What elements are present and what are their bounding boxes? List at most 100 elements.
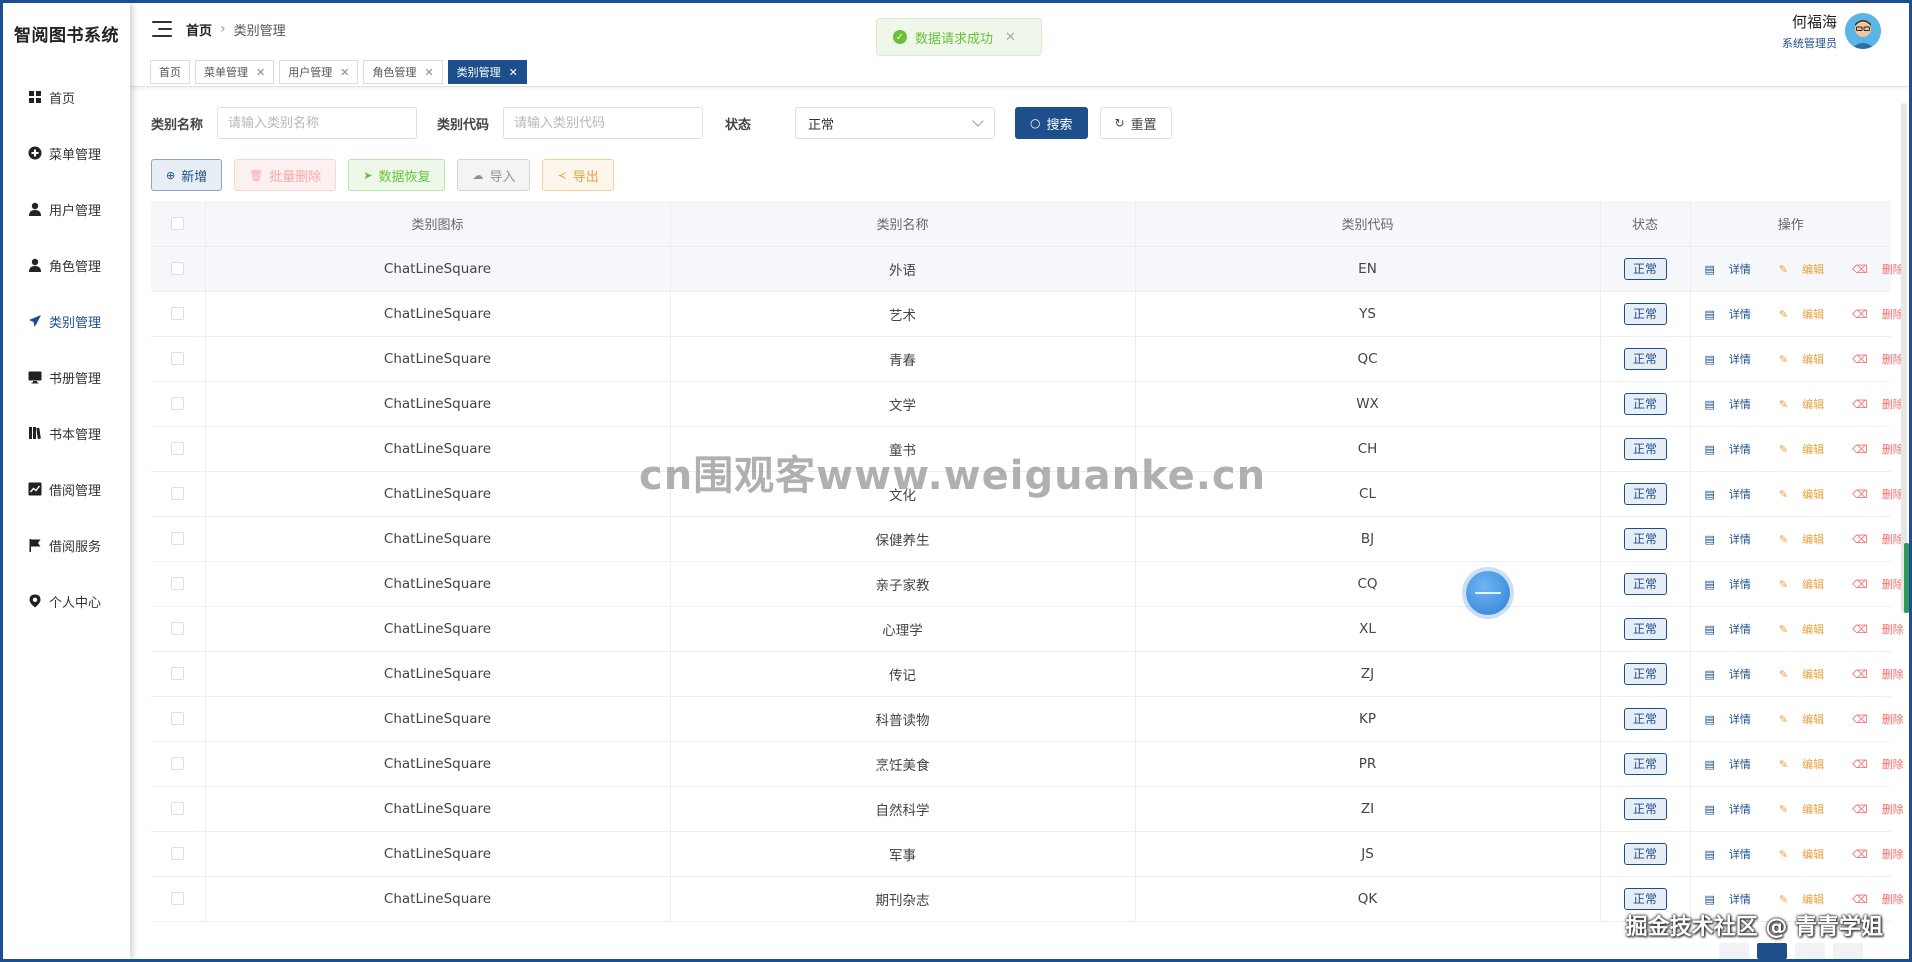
status-select[interactable]: 正常 — [795, 107, 996, 139]
row-checkbox[interactable] — [171, 352, 185, 365]
detail-button[interactable]: ▤ 详情 — [1698, 488, 1758, 501]
row-checkbox[interactable] — [171, 712, 185, 725]
pagination-prev[interactable] — [1719, 943, 1749, 959]
detail-label: 详情 — [1728, 712, 1751, 726]
edit-button[interactable]: ✎ 编辑 — [1772, 533, 1831, 546]
sidebar-item-2[interactable]: 用户管理 — [3, 181, 130, 237]
detail-button[interactable]: ▤ 详情 — [1698, 668, 1758, 681]
tab-2[interactable]: 用户管理 ✕ — [279, 60, 359, 84]
detail-button[interactable]: ▤ 详情 — [1698, 893, 1758, 906]
row-checkbox[interactable] — [171, 667, 185, 680]
row-checkbox[interactable] — [171, 307, 185, 320]
close-icon[interactable]: ✕ — [340, 66, 349, 79]
row-checkbox[interactable] — [171, 622, 185, 635]
sidebar-item-label: 书册管理 — [49, 371, 102, 387]
cell-code: BJ — [1135, 516, 1601, 562]
detail-button[interactable]: ▤ 详情 — [1698, 713, 1758, 726]
tab-1[interactable]: 菜单管理 ✕ — [195, 60, 275, 84]
category-name-input[interactable] — [217, 107, 418, 139]
row-checkbox[interactable] — [171, 757, 185, 770]
delete-button[interactable]: ⌫ 删除 — [1845, 623, 1909, 636]
edit-button[interactable]: ✎ 编辑 — [1772, 668, 1831, 681]
floating-assistant-button[interactable] — [1466, 571, 1510, 615]
edit-button[interactable]: ✎ 编辑 — [1772, 623, 1831, 636]
edit-button[interactable]: ✎ 编辑 — [1772, 488, 1831, 501]
export-button[interactable]: ≺ 导出 — [542, 159, 614, 191]
row-checkbox[interactable] — [171, 802, 185, 815]
sidebar-item-3[interactable]: 角色管理 — [3, 237, 130, 293]
import-button[interactable]: ☁ 导入 — [457, 159, 531, 191]
search-button[interactable]: ○ 搜索 — [1015, 107, 1088, 139]
close-icon[interactable]: ✕ — [1005, 30, 1016, 45]
detail-button[interactable]: ▤ 详情 — [1698, 803, 1758, 816]
detail-label: 详情 — [1728, 352, 1751, 366]
select-all-checkbox[interactable] — [171, 216, 185, 230]
delete-button[interactable]: ⌫ 删除 — [1845, 803, 1909, 816]
edit-button[interactable]: ✎ 编辑 — [1772, 353, 1831, 366]
edit-button[interactable]: ✎ 编辑 — [1772, 443, 1831, 456]
edit-button[interactable]: ✎ 编辑 — [1772, 398, 1831, 411]
detail-button[interactable]: ▤ 详情 — [1698, 263, 1758, 276]
menu-toggle-icon[interactable] — [152, 21, 172, 37]
close-icon[interactable]: ✕ — [509, 66, 518, 79]
edit-button[interactable]: ✎ 编辑 — [1772, 578, 1831, 591]
reset-button[interactable]: ↻ 重置 — [1099, 107, 1172, 139]
edit-button[interactable]: ✎ 编辑 — [1772, 263, 1831, 276]
delete-button[interactable]: ⌫ 删除 — [1845, 713, 1909, 726]
tab-0[interactable]: 首页 — [150, 60, 190, 84]
edit-button[interactable]: ✎ 编辑 — [1772, 803, 1831, 816]
delete-button[interactable]: ⌫ 删除 — [1845, 758, 1909, 771]
add-button[interactable]: ⊕ 新增 — [151, 159, 223, 191]
detail-button[interactable]: ▤ 详情 — [1698, 308, 1758, 321]
detail-button[interactable]: ▤ 详情 — [1698, 758, 1758, 771]
sidebar-item-1[interactable]: 菜单管理 — [3, 125, 130, 181]
edit-button[interactable]: ✎ 编辑 — [1772, 713, 1831, 726]
detail-button[interactable]: ▤ 详情 — [1698, 578, 1758, 591]
grid-icon — [27, 89, 43, 105]
sidebar-item-6[interactable]: 书本管理 — [3, 405, 130, 461]
pagination-next[interactable] — [1833, 943, 1863, 959]
close-icon[interactable]: ✕ — [256, 66, 265, 79]
delete-button[interactable]: ⌫ 删除 — [1845, 668, 1909, 681]
pagination-page-current[interactable] — [1757, 943, 1787, 959]
edit-button[interactable]: ✎ 编辑 — [1772, 848, 1831, 861]
sidebar-item-8[interactable]: 借阅服务 — [3, 517, 130, 573]
delete-button[interactable]: ⌫ 删除 — [1845, 848, 1909, 861]
detail-button[interactable]: ▤ 详情 — [1698, 623, 1758, 636]
side-edge-handle[interactable] — [1904, 543, 1909, 613]
avatar[interactable] — [1845, 13, 1881, 49]
category-code-input[interactable] — [503, 107, 704, 139]
user-profile[interactable]: 何福海 系统管理员 — [1782, 11, 1881, 51]
tab-3[interactable]: 角色管理 ✕ — [363, 60, 443, 84]
edit-button[interactable]: ✎ 编辑 — [1772, 893, 1831, 906]
sidebar-item-5[interactable]: 书册管理 — [3, 349, 130, 405]
detail-button[interactable]: ▤ 详情 — [1698, 443, 1758, 456]
close-icon[interactable]: ✕ — [424, 66, 433, 79]
row-checkbox[interactable] — [171, 442, 185, 455]
row-checkbox[interactable] — [171, 577, 185, 590]
row-checkbox[interactable] — [171, 847, 185, 860]
edit-button[interactable]: ✎ 编辑 — [1772, 758, 1831, 771]
sidebar-item-7[interactable]: 借阅管理 — [3, 461, 130, 517]
sidebar-item-0[interactable]: 首页 — [3, 69, 130, 125]
tab-4[interactable]: 类别管理 ✕ — [447, 60, 527, 84]
scrollbar[interactable] — [1901, 103, 1907, 613]
edit-button[interactable]: ✎ 编辑 — [1772, 308, 1831, 321]
breadcrumb-home[interactable]: 首页 — [186, 20, 212, 39]
detail-button[interactable]: ▤ 详情 — [1698, 353, 1758, 366]
detail-button[interactable]: ▤ 详情 — [1698, 848, 1758, 861]
detail-button[interactable]: ▤ 详情 — [1698, 398, 1758, 411]
delete-button[interactable]: ⌫ 删除 — [1845, 893, 1909, 906]
row-checkbox[interactable] — [171, 892, 185, 905]
row-checkbox[interactable] — [171, 532, 185, 545]
row-checkbox[interactable] — [171, 487, 185, 500]
row-checkbox[interactable] — [171, 397, 185, 410]
row-checkbox[interactable] — [171, 262, 185, 275]
batch-delete-button[interactable]: 🗑 批量删除 — [234, 159, 337, 191]
status-badge: 正常 — [1623, 437, 1667, 460]
restore-button[interactable]: ➤ 数据恢复 — [348, 159, 446, 191]
sidebar-item-4[interactable]: 类别管理 — [3, 293, 130, 349]
sidebar-item-9[interactable]: 个人中心 — [3, 573, 130, 629]
detail-button[interactable]: ▤ 详情 — [1698, 533, 1758, 546]
pagination-page[interactable] — [1795, 943, 1825, 959]
